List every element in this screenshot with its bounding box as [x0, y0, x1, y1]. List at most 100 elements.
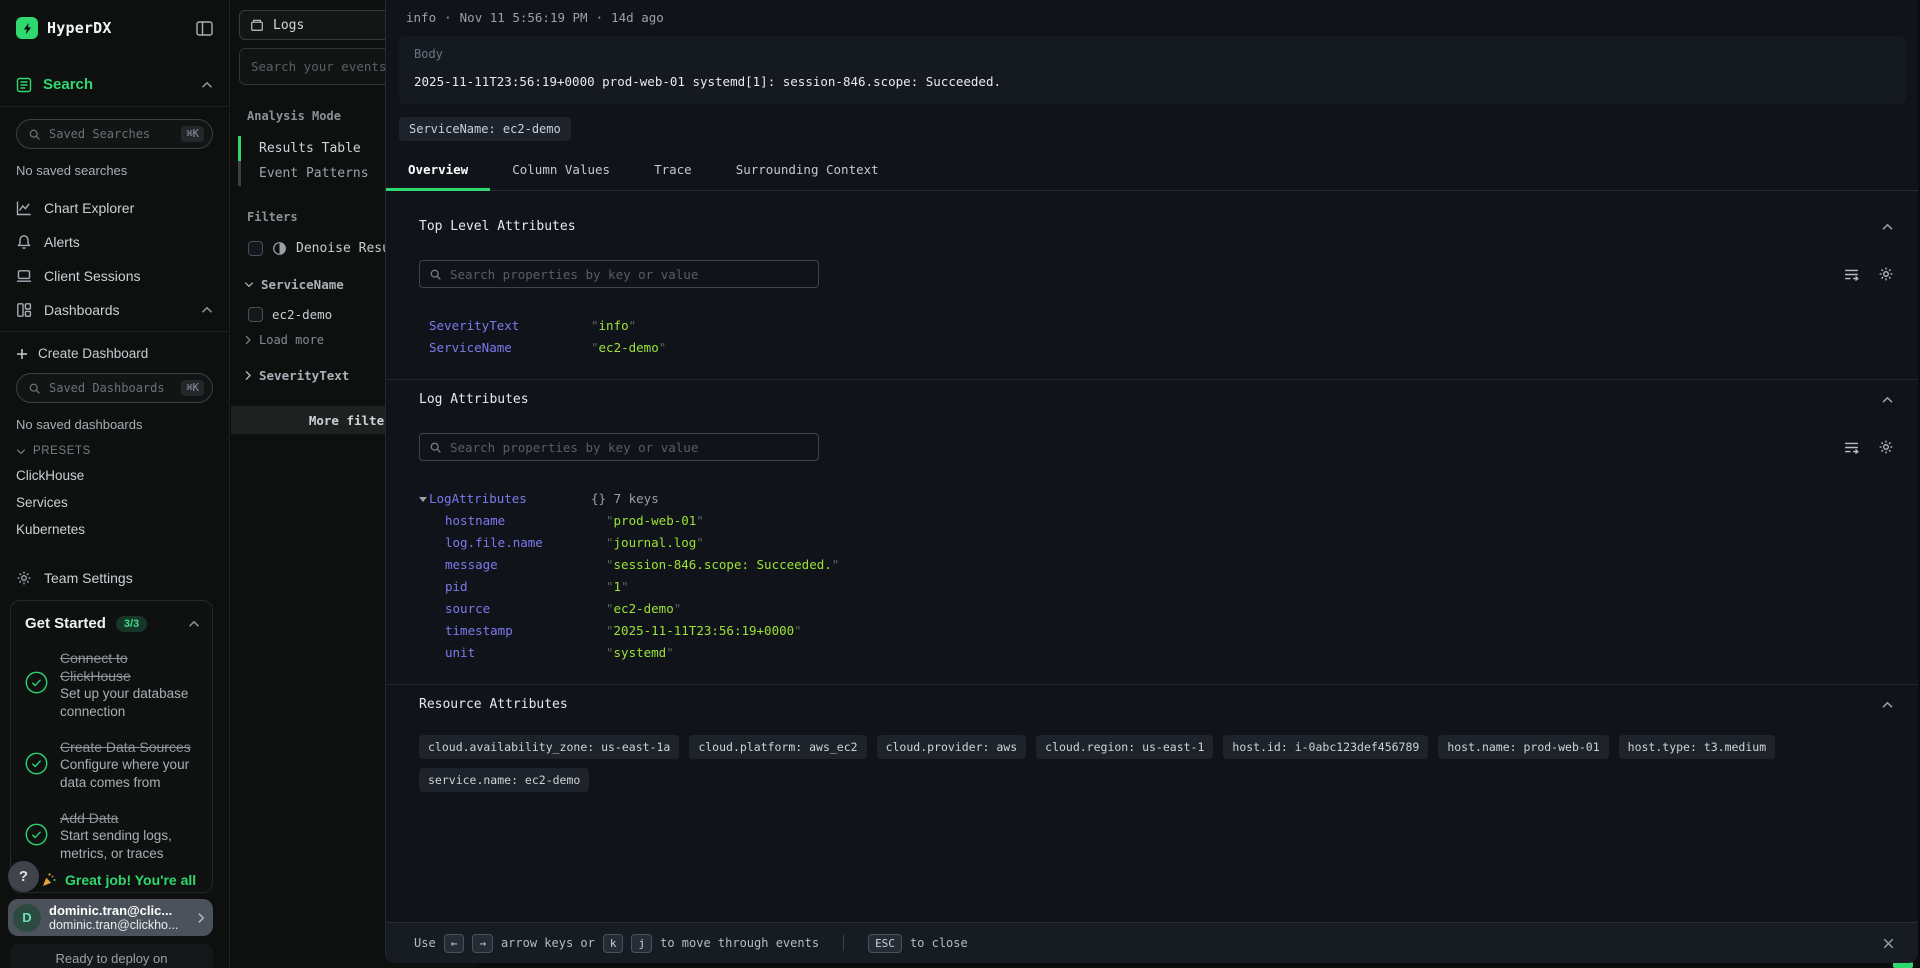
- saved-dashboards-shortcut: ⌘K: [181, 380, 204, 396]
- resource-chip[interactable]: cloud.platform: aws_ec2: [689, 735, 866, 759]
- property-key[interactable]: ServiceName: [429, 337, 591, 359]
- presets-toggle[interactable]: PRESETS: [16, 445, 213, 457]
- section-title: Top Level Attributes: [419, 219, 576, 234]
- property-value[interactable]: prod-web-01: [606, 510, 704, 532]
- preset-services[interactable]: Services: [0, 489, 229, 516]
- sidebar-item-client-sessions[interactable]: Client Sessions: [0, 259, 229, 293]
- property-value[interactable]: info: [591, 315, 636, 337]
- footer-text: arrow keys or: [501, 936, 595, 950]
- property-row: log.file.name journal.log: [419, 532, 1894, 554]
- sidebar-item-team-settings[interactable]: Team Settings: [0, 560, 229, 596]
- gear-icon: [16, 570, 32, 586]
- resource-chip[interactable]: cloud.availability_zone: us-east-1a: [419, 735, 679, 759]
- property-key[interactable]: timestamp: [445, 620, 606, 642]
- property-search-box[interactable]: [419, 433, 819, 461]
- preset-clickhouse[interactable]: ClickHouse: [0, 462, 229, 489]
- kbd-arrow-left: ←: [444, 934, 465, 953]
- property-key[interactable]: source: [445, 598, 606, 620]
- service-name-tag[interactable]: ServiceName: ec2-demo: [399, 117, 571, 141]
- resource-chip[interactable]: host.id: i-0abc123def456789: [1223, 735, 1428, 759]
- preset-kubernetes[interactable]: Kubernetes: [0, 516, 229, 543]
- event-relative-time: 14d ago: [611, 10, 664, 25]
- line-wrap-icon[interactable]: [1843, 266, 1860, 283]
- chevron-up-icon[interactable]: [201, 81, 213, 89]
- property-key[interactable]: message: [445, 554, 606, 576]
- property-key[interactable]: pid: [445, 576, 606, 598]
- check-circle-icon: [25, 752, 48, 775]
- collapse-caret-icon[interactable]: [419, 488, 429, 510]
- property-key[interactable]: SeverityText: [429, 315, 591, 337]
- property-row: hostname prod-web-01: [419, 510, 1894, 532]
- property-key[interactable]: unit: [445, 642, 606, 664]
- property-search-input[interactable]: [450, 440, 809, 455]
- chevron-down-icon: [16, 448, 26, 455]
- saved-searches-input[interactable]: ⌘K: [16, 119, 213, 149]
- property-key[interactable]: LogAttributes: [429, 488, 591, 510]
- sidebar-item-alerts[interactable]: Alerts: [0, 225, 229, 259]
- chevron-up-icon[interactable]: [201, 306, 213, 314]
- sidebar-item-dashboards[interactable]: Dashboards: [0, 293, 229, 332]
- sidebar-collapse-icon[interactable]: [196, 21, 213, 36]
- search-icon: [429, 441, 442, 454]
- get-started-step-add-data[interactable]: Add Data Start sending logs, metrics, or…: [25, 809, 200, 863]
- app-header: HyperDX: [0, 0, 229, 39]
- property-value[interactable]: journal.log: [606, 532, 704, 554]
- close-panel-icon[interactable]: [1881, 936, 1896, 951]
- collapse-section-icon[interactable]: [1881, 396, 1894, 404]
- property-row: ServiceName ec2-demo: [419, 337, 1894, 359]
- property-search-input[interactable]: [450, 267, 809, 282]
- kbd-arrow-right: →: [472, 934, 493, 953]
- property-row: SeverityText info: [419, 315, 1894, 337]
- severity-text: info: [406, 10, 436, 25]
- saved-searches-shortcut: ⌘K: [181, 126, 204, 142]
- kbd-j: j: [631, 934, 652, 953]
- tab-overview[interactable]: Overview: [386, 152, 490, 190]
- property-key[interactable]: log.file.name: [445, 532, 606, 554]
- settings-gear-icon[interactable]: [1878, 439, 1894, 455]
- resource-chip[interactable]: cloud.region: us-east-1: [1036, 735, 1213, 759]
- property-value[interactable]: ec2-demo: [606, 598, 681, 620]
- nav-label: Client Sessions: [44, 268, 141, 284]
- property-search-box[interactable]: [419, 260, 819, 288]
- congrats-text: Great job! You're all: [65, 872, 196, 888]
- saved-searches-field[interactable]: [49, 127, 173, 141]
- settings-gear-icon[interactable]: [1878, 266, 1894, 282]
- event-timestamp: Nov 11 5:56:19 PM: [460, 10, 588, 25]
- line-wrap-icon[interactable]: [1843, 439, 1860, 456]
- get-started-header[interactable]: Get Started 3/3: [25, 615, 200, 632]
- tab-surrounding-context[interactable]: Surrounding Context: [714, 152, 901, 190]
- property-key[interactable]: hostname: [445, 510, 606, 532]
- tab-trace[interactable]: Trace: [632, 152, 714, 190]
- chevron-up-icon[interactable]: [188, 620, 200, 628]
- get-started-card: Get Started 3/3 Connect to ClickHouse Se…: [10, 600, 213, 893]
- sidebar: HyperDX Search ⌘K No saved searches Char…: [0, 0, 230, 968]
- resource-chip[interactable]: cloud.provider: aws: [877, 735, 1027, 759]
- property-value[interactable]: ec2-demo: [591, 337, 666, 359]
- property-value[interactable]: 2025-11-11T23:56:19+0000: [606, 620, 802, 642]
- help-button[interactable]: ?: [8, 861, 39, 892]
- create-dashboard-button[interactable]: Create Dashboard: [0, 332, 229, 361]
- resource-chip[interactable]: service.name: ec2-demo: [419, 768, 589, 792]
- get-started-step-sources[interactable]: Create Data Sources Configure where your…: [25, 738, 200, 792]
- property-value[interactable]: systemd: [606, 642, 674, 664]
- property-value[interactable]: session-846.scope: Succeeded.: [606, 554, 839, 576]
- resource-chip[interactable]: host.type: t3.medium: [1619, 735, 1775, 759]
- saved-dashboards-field[interactable]: [49, 381, 173, 395]
- step-title: Create Data Sources: [60, 738, 200, 756]
- tab-column-values[interactable]: Column Values: [490, 152, 632, 190]
- saved-dashboards-input[interactable]: ⌘K: [16, 373, 213, 403]
- search-section-label: Search: [43, 76, 93, 93]
- chevron-right-icon: [197, 912, 205, 924]
- property-value[interactable]: 1: [606, 576, 629, 598]
- resource-chip[interactable]: host.name: prod-web-01: [1438, 735, 1608, 759]
- chevron-right-icon: [244, 370, 252, 381]
- sidebar-item-search[interactable]: Search: [0, 76, 229, 107]
- collapse-section-icon[interactable]: [1881, 701, 1894, 709]
- sidebar-item-chart-explorer[interactable]: Chart Explorer: [0, 191, 229, 225]
- deploy-banner[interactable]: Ready to deploy on: [10, 944, 213, 968]
- facet-checkbox[interactable]: [248, 307, 263, 322]
- denoise-checkbox[interactable]: [248, 241, 263, 256]
- get-started-step-connect[interactable]: Connect to ClickHouse Set up your databa…: [25, 649, 200, 721]
- user-menu[interactable]: D dominic.tran@clic... dominic.tran@clic…: [8, 899, 213, 936]
- collapse-section-icon[interactable]: [1881, 223, 1894, 231]
